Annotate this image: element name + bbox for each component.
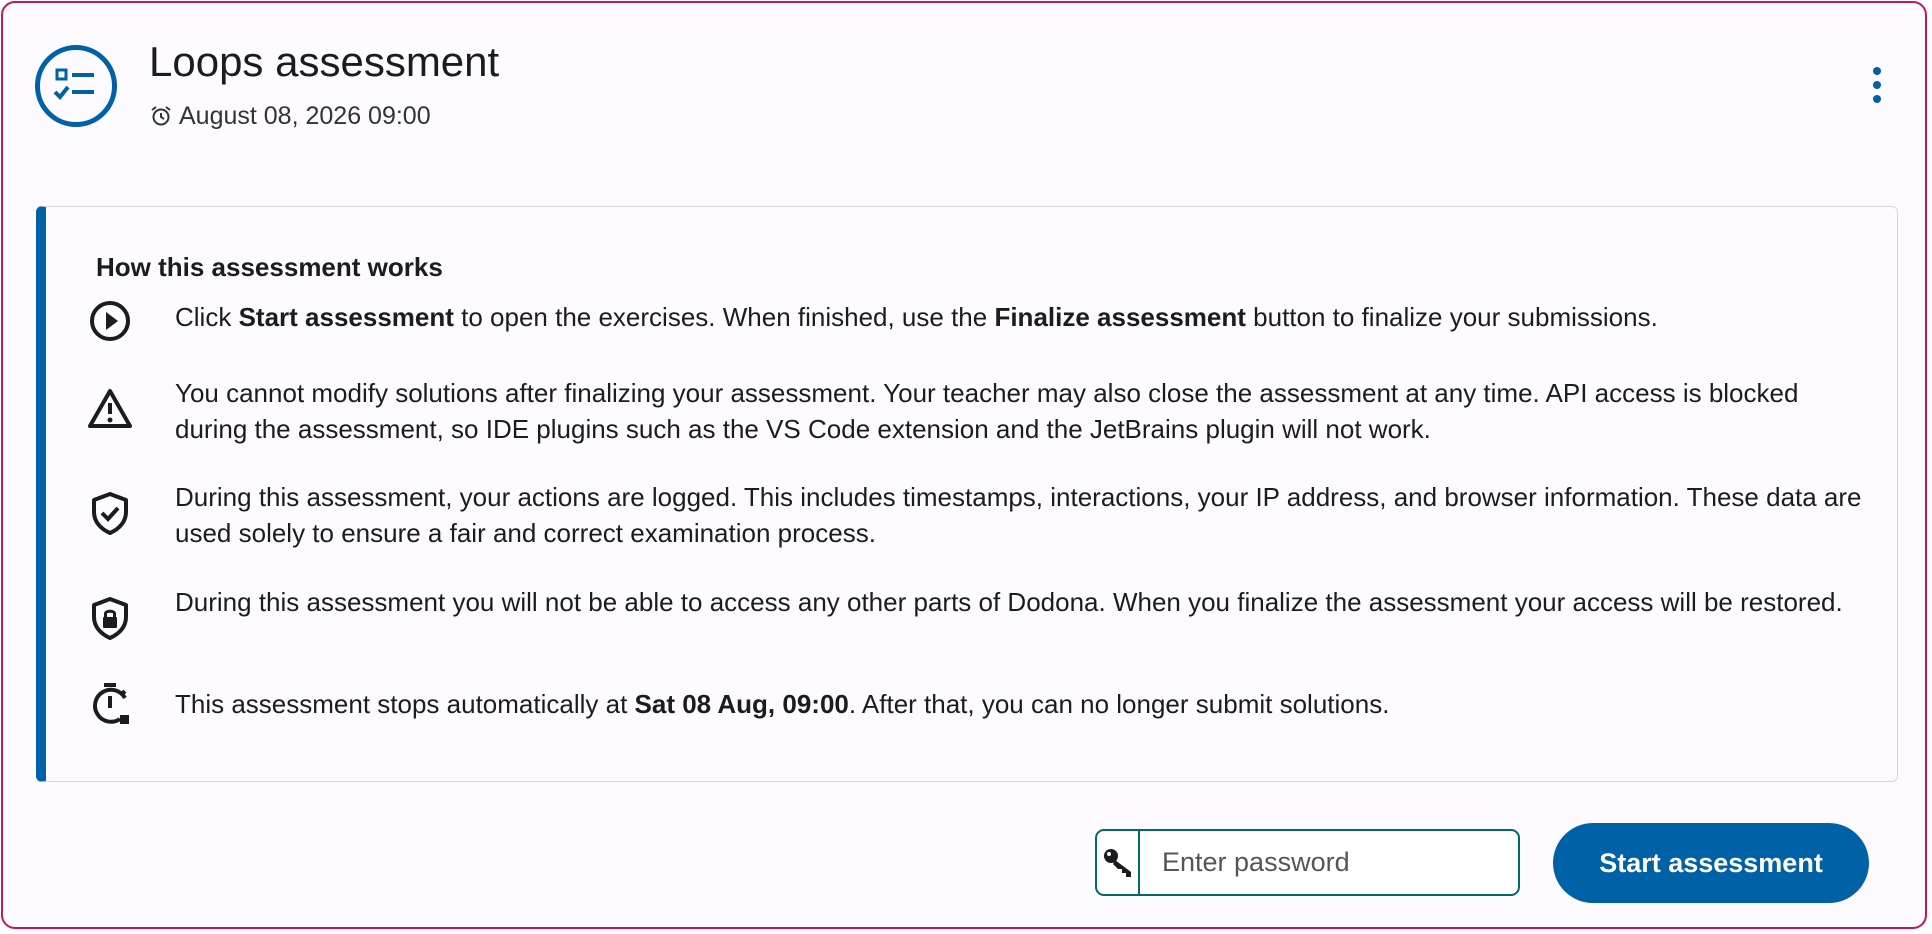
rule-text: During this assessment you will not be a… [175,584,1875,620]
rule-text: You cannot modify solutions after finali… [175,375,1875,447]
rule-text: Click Start assessment to open the exerc… [175,299,1875,335]
shield-lock-icon [92,597,128,640]
rule-text-run: This assessment stops automatically at [175,689,635,719]
deadline: August 08, 2026 09:00 [149,99,431,133]
rule-text-run: to open the exercises. When finished, us… [453,302,995,332]
rule-text-emphasis: Sat 08 Aug, 09:00 [634,689,849,719]
key-addon [1097,831,1140,894]
assessment-info-panel: How this assessment works Click Start as… [36,206,1898,782]
deadline-text: August 08, 2026 09:00 [179,101,431,130]
rule-text-run: button to finalize your submissions. [1245,302,1658,332]
rule-text: This assessment stops automatically at S… [175,686,1875,722]
rule-text-run: During this assessment, your actions are… [175,482,1862,548]
more-options-button[interactable] [1865,61,1889,109]
rule-text-run: You cannot modify solutions after finali… [175,378,1799,444]
warning-icon [88,389,132,428]
start-assessment-button[interactable]: Start assessment [1553,823,1869,903]
info-title: How this assessment works [96,252,443,282]
page-title: Loops assessment [149,38,500,85]
password-input[interactable] [1140,831,1518,894]
key-icon [1103,848,1131,877]
rule-text-emphasis: Finalize assessment [994,302,1246,332]
alarm-icon [151,106,171,126]
password-input-group [1095,829,1520,896]
kebab-menu-icon [1873,67,1881,103]
rule-text-run: During this assessment you will not be a… [175,587,1843,617]
rule-text-run: . After that, you can no longer submit s… [848,689,1390,719]
assessment-card: Loops assessment August 08, 2026 09:00 H… [1,1,1927,929]
shield-check-icon [92,492,128,535]
rule-text: During this assessment, your actions are… [175,479,1875,551]
checklist-icon [35,45,117,127]
timer-stop-icon [93,683,129,724]
rule-text-emphasis: Start assessment [238,302,454,332]
play-circle-icon [90,301,130,341]
rule-text-run: Click [175,302,239,332]
